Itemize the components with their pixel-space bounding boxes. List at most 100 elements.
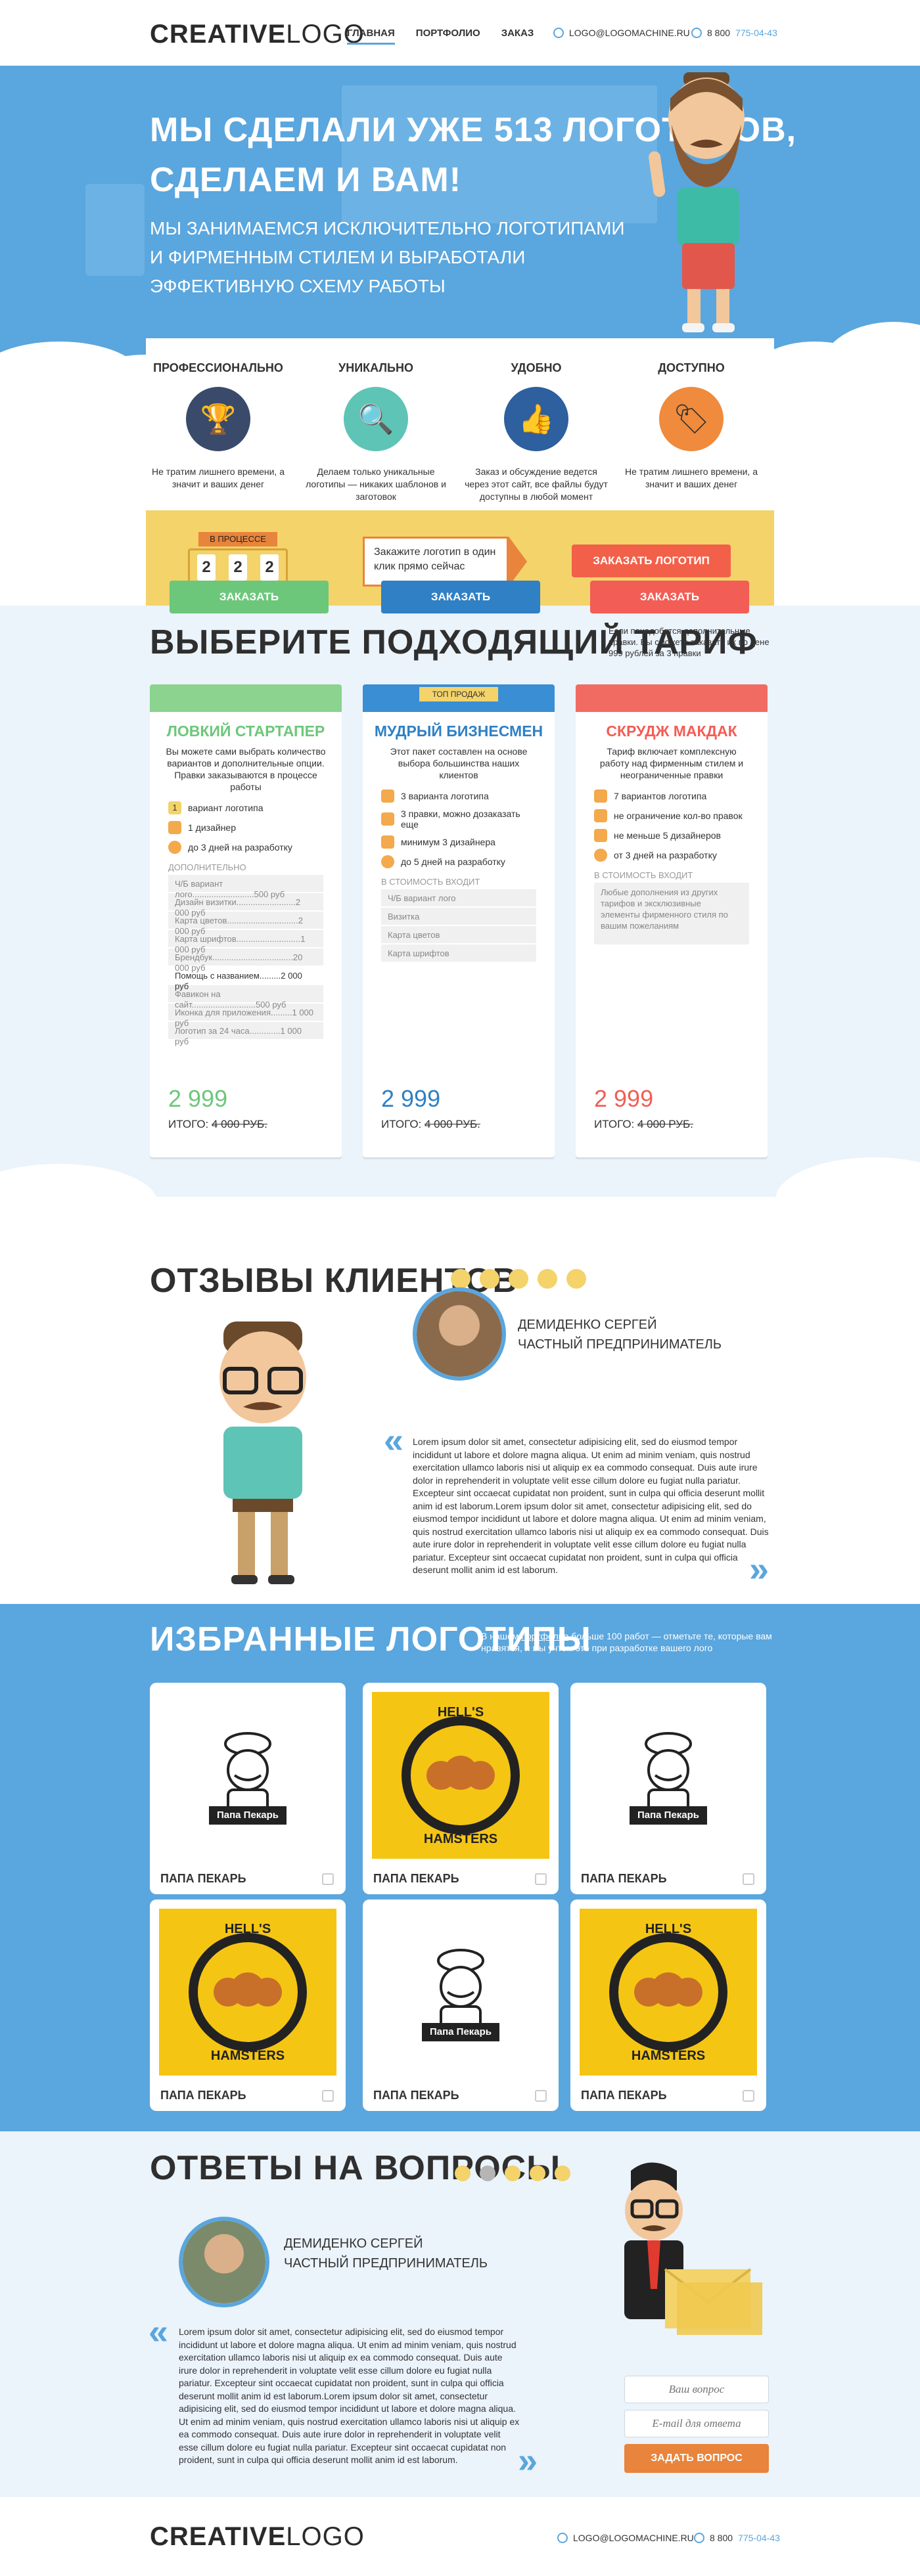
pagination-dot[interactable] [480, 1269, 499, 1289]
logo-like-checkbox[interactable] [322, 2090, 334, 2102]
logo-like-checkbox[interactable] [535, 2090, 547, 2102]
pagination-dot[interactable] [451, 1269, 471, 1289]
logo-caption: ПАПА ПЕКАРЬ [160, 1872, 246, 1885]
nav-link-home[interactable]: ГЛАВНАЯ [347, 28, 395, 45]
logo-caption: ПАПА ПЕКАРЬ [581, 2089, 667, 2102]
hero-subtitle: МЫ ЗАНИМАЕМСЯ ИСКЛЮЧИТЕЛЬНО ЛОГОТИПАМИ И… [150, 218, 625, 296]
trophy-icon: 🏆 [186, 387, 250, 451]
logo-like-checkbox[interactable] [535, 1873, 547, 1885]
main-nav: ГЛАВНАЯ ПОРТФОЛИО ЗАКАЗ [347, 28, 534, 45]
logo-like-checkbox[interactable] [322, 1873, 334, 1885]
callout-arrow [509, 537, 527, 587]
tariff-card-starter: ЛОВКИЙ СТАРТАПЕР Вы можете сами выбрать … [150, 684, 342, 1157]
papa-pekar-logo-image: Папа Пекарь [372, 1909, 549, 2076]
site-header: CREATIVELOGO ГЛАВНАЯ ПОРТФОЛИО ЗАКАЗ LOG… [0, 0, 920, 66]
feature-professional: ПРОФЕССИОНАЛЬНО 🏆 Не тратим лишнего врем… [152, 361, 285, 489]
extra-option[interactable]: Фавикон на сайт.........................… [168, 985, 323, 1010]
logo-caption: ПАПА ПЕКАРЬ [581, 1872, 667, 1885]
tariff-feature: до 5 дней на разработку [363, 852, 555, 872]
extra-option[interactable]: Логотип за 24 часа.............1 000 руб [168, 1022, 323, 1046]
logo-card[interactable]: HELL'S HAMSTERS ПАПА ПЕКАРЬ [150, 1899, 346, 2111]
mail-icon [557, 2533, 568, 2543]
logo-text-bottom: HAMSTERS [631, 2049, 706, 2063]
logo-like-checkbox[interactable] [743, 2090, 754, 2102]
logo-text-banner: Папа Пекарь [422, 2023, 499, 2041]
header-email[interactable]: LOGO@LOGOMACHINE.RU [553, 28, 690, 38]
pagination-dot[interactable] [530, 2165, 545, 2181]
tariff-old-price: ИТОГО: 4 000 РУБ. [594, 1118, 693, 1130]
tariff-feature: 3 варианта логотипа [363, 786, 555, 806]
variant-stepper[interactable]: 1 [168, 801, 181, 814]
logo-text-top: HELL'S [645, 1922, 692, 1936]
magnifier-icon: 🔍 [344, 387, 408, 451]
quote-close-icon: » [749, 1549, 770, 1589]
reviews-section: ОТЗЫВЫ КЛИЕНТОВ ДЕМИДЕНКО СЕРГЕЙ ЧАСТНЫЙ… [0, 1197, 920, 1604]
price-tag-icon: 🏷 [659, 387, 724, 451]
site-logo[interactable]: CREATIVELOGO [150, 20, 365, 49]
tariff-feature: не меньше 5 дизайнеров [576, 826, 768, 845]
pagination-dot[interactable] [555, 2165, 570, 2181]
hero-mascot-illustration [649, 72, 745, 332]
hero-background-speaker [85, 184, 145, 276]
portfolio-link[interactable]: портфолио [521, 1631, 568, 1641]
pagination-dot[interactable] [455, 2165, 471, 2181]
extra-option[interactable]: Ч/Б вариант лого........................… [168, 875, 323, 899]
faq-text: Lorem ipsum dolor sit amet, consectetur … [179, 2326, 520, 2465]
hero-section: МЫ СДЕЛАЛИ УЖЕ 513 ЛОГОТИПОВ, СДЕЛАЕМ И … [0, 66, 920, 374]
variants-icon [594, 789, 607, 803]
order-logo-button[interactable]: ЗАКАЗАТЬ ЛОГОТИП [572, 544, 731, 577]
quote-close-icon: » [518, 2441, 538, 2480]
pagination-dot[interactable] [509, 1269, 528, 1289]
logo-caption: ПАПА ПЕКАРЬ [373, 2089, 459, 2102]
quote-open-icon: « [384, 1421, 404, 1460]
pagination-dot[interactable] [480, 2165, 495, 2181]
order-business-button[interactable]: ЗАКАЗАТЬ [381, 581, 540, 613]
logo-text-bottom: HAMSTERS [423, 1832, 498, 1846]
reviewer-avatar [413, 1287, 506, 1381]
ask-question-button[interactable]: ЗАДАТЬ ВОПРОС [624, 2444, 769, 2473]
review-text: Lorem ipsum dolor sit amet, consectetur … [413, 1436, 769, 1575]
thumbs-up-icon: 👍 [504, 387, 568, 451]
designer-icon [594, 829, 607, 842]
pagination-dot[interactable] [538, 1269, 557, 1289]
logo-text-banner: Папа Пекарь [209, 1806, 287, 1825]
tariff-feature: не ограничение кол-во правок [576, 806, 768, 826]
logo-card[interactable]: HELL'S HAMSTERS ПАПА ПЕКАРЬ [363, 1683, 559, 1894]
order-scrooge-button[interactable]: ЗАКАЗАТЬ [590, 581, 749, 613]
nav-link-portfolio[interactable]: ПОРТФОЛИО [416, 28, 480, 45]
tariff-old-price: ИТОГО: 4 000 РУБ. [381, 1118, 480, 1130]
feature-convenient: УДОБНО 👍 Заказ и обсуждение ведется чере… [465, 361, 608, 502]
in-progress-label: В ПРОЦЕССЕ [198, 532, 277, 546]
nav-link-order[interactable]: ЗАКАЗ [501, 28, 534, 45]
features-panel: ПРОФЕССИОНАЛЬНО 🏆 Не тратим лишнего врем… [146, 338, 774, 510]
footer-email[interactable]: LOGO@LOGOMACHINE.RU [557, 2533, 694, 2543]
logo-card[interactable]: Папа Пекарь ПАПА ПЕКАРЬ [363, 1899, 559, 2111]
order-callout: Закажите логотип в один клик прямо сейча… [363, 537, 509, 587]
question-input[interactable] [624, 2376, 769, 2403]
logo-text-bottom: HAMSTERS [210, 2049, 285, 2063]
tariff-price: 2 999 [594, 1085, 654, 1112]
logo-card[interactable]: Папа Пекарь ПАПА ПЕКАРЬ [570, 1683, 766, 1894]
clock-icon [594, 849, 607, 862]
faq-pagination [455, 2165, 570, 2181]
tariff-feature: 3 правки, можно дозаказать еще [363, 806, 555, 832]
logo-card[interactable]: Папа Пекарь ПАПА ПЕКАРЬ [150, 1683, 346, 1894]
tariff-note: Если понадобятся дополнительные правки. … [609, 626, 770, 658]
pencil-icon [381, 812, 394, 826]
designer-icon [381, 835, 394, 849]
tariff-feature: 7 вариантов логотипа [576, 786, 768, 806]
email-input[interactable] [624, 2410, 769, 2437]
order-starter-button[interactable]: ЗАКАЗАТЬ [170, 581, 329, 613]
logo-card[interactable]: HELL'S HAMSTERS ПАПА ПЕКАРЬ [570, 1899, 766, 2111]
pagination-dot[interactable] [566, 1269, 586, 1289]
footer-logo[interactable]: CREATIVELOGO [150, 2522, 365, 2552]
quote-open-icon: « [149, 2312, 169, 2351]
logo-text-top: HELL'S [224, 1922, 271, 1936]
clock-icon [381, 855, 394, 868]
clock-icon [168, 841, 181, 854]
pagination-dot[interactable] [505, 2165, 520, 2181]
logo-like-checkbox[interactable] [743, 1873, 754, 1885]
papa-pekar-logo-image: Папа Пекарь [580, 1692, 757, 1859]
tariff-feature: минимум 3 дизайнера [363, 832, 555, 852]
tariff-feature: от 3 дней на разработку [576, 845, 768, 865]
